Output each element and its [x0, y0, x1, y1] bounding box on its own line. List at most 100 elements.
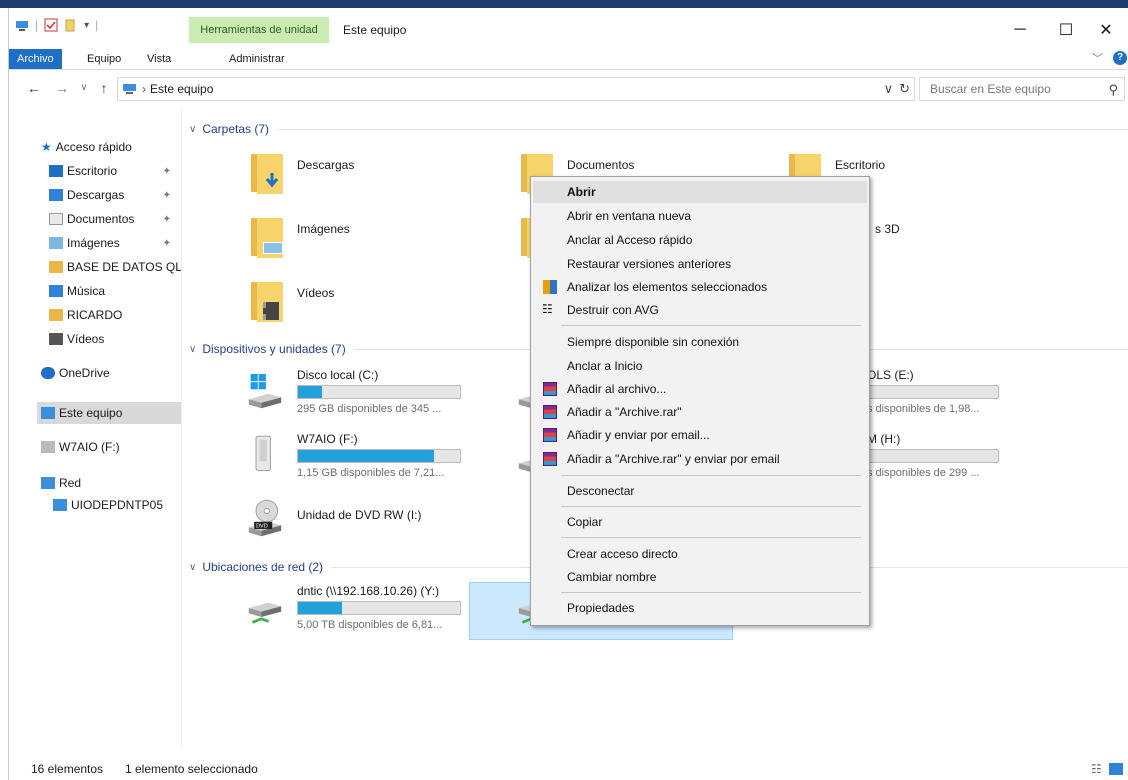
menu-item-open-new-window[interactable]: Abrir en ventana nueva — [533, 205, 867, 227]
menu-item-pin-start[interactable]: Anclar a Inicio — [533, 355, 867, 377]
address-bar[interactable]: › Este equipo ∨ ↻ — [117, 77, 915, 101]
winrar-icon — [543, 405, 557, 419]
sidebar-item-videos[interactable]: Vídeos — [49, 328, 181, 350]
sidebar-item-imagenes[interactable]: Imágenes ✦ — [49, 232, 181, 254]
menu-item-add-rar-email[interactable]: Añadir a "Archive.rar" y enviar por emai… — [533, 448, 867, 470]
menu-item-disconnect[interactable]: Desconectar — [533, 480, 867, 502]
collapse-icon[interactable]: ∨ — [189, 344, 196, 355]
menu-item-add-email[interactable]: Añadir y enviar por email... — [533, 424, 867, 446]
this-pc-icon — [123, 84, 136, 94]
menu-item-scan[interactable]: Analizar los elementos seleccionados — [533, 276, 867, 298]
folder-tile-videos[interactable]: Vídeos — [247, 280, 507, 336]
drive-label: W7AIO (F:) — [297, 432, 358, 446]
menu-item-rename[interactable]: Cambiar nombre — [533, 566, 867, 588]
pin-icon[interactable]: ✦ — [163, 238, 171, 249]
tab-archivo[interactable]: Archivo — [9, 49, 62, 69]
menu-item-label: Añadir y enviar por email... — [567, 428, 710, 442]
this-pc-icon — [41, 407, 55, 419]
drive-usage-fill — [298, 602, 342, 614]
sidebar-item-este-equipo[interactable]: Este equipo — [37, 402, 181, 424]
ribbon-right: ﹀ ? — [1092, 50, 1127, 66]
collapse-icon[interactable]: ∨ — [189, 124, 196, 135]
menu-item-create-shortcut[interactable]: Crear acceso directo — [533, 543, 867, 565]
sidebar-item-base-de-datos[interactable]: BASE DE DATOS QL — [49, 256, 181, 278]
folder-tile-descargas[interactable]: Descargas — [247, 152, 507, 208]
sidebar-item-label: RICARDO — [67, 308, 123, 322]
menu-item-copy[interactable]: Copiar — [533, 511, 867, 533]
menu-item-shred[interactable]: ☷ Destruir con AVG — [533, 299, 867, 321]
pin-icon[interactable]: ✦ — [163, 214, 171, 225]
search-icon[interactable]: ⚲ — [1108, 82, 1118, 98]
forward-button[interactable]: → — [53, 79, 71, 97]
back-button[interactable]: ← — [25, 79, 43, 97]
sidebar-item-network-host[interactable]: UIODEPDNTP05 — [53, 494, 181, 516]
sidebar-item-label: Red — [59, 476, 82, 490]
menu-item-pin-quick-access[interactable]: Anclar al Acceso rápido — [533, 229, 867, 251]
properties-icon[interactable] — [44, 18, 58, 32]
menu-item-add-archive[interactable]: Añadir al archivo... — [533, 378, 867, 400]
large-icons-view-icon[interactable] — [1109, 763, 1123, 775]
sidebar-item-musica[interactable]: Música — [49, 280, 181, 302]
pin-icon[interactable]: ✦ — [163, 190, 171, 201]
new-folder-icon[interactable] — [64, 18, 78, 32]
pictures-icon — [49, 237, 63, 249]
drive-tools-tab[interactable]: Herramientas de unidad — [189, 17, 329, 43]
recent-locations-button[interactable]: ∨ — [75, 79, 93, 97]
minimize-button[interactable]: ─ — [997, 16, 1043, 44]
folder-label: Documentos — [567, 158, 635, 172]
network-drive-y[interactable]: dntic (\\192.168.10.26) (Y:) 5,00 TB dis… — [247, 584, 507, 640]
menu-item-add-rar[interactable]: Añadir a "Archive.rar" — [533, 401, 867, 423]
sidebar-item-documentos[interactable]: Documentos ✦ — [49, 208, 181, 230]
close-button[interactable]: ✕ — [1083, 16, 1128, 44]
sidebar-item-descargas[interactable]: Descargas ✦ — [49, 184, 181, 206]
search-input[interactable]: Buscar en Este equipo ⚲ — [919, 77, 1125, 101]
up-button[interactable]: ↑ — [95, 79, 113, 97]
breadcrumb-chevron-icon[interactable]: › — [142, 82, 146, 96]
customize-qat-icon[interactable]: ▾ — [84, 20, 89, 31]
sidebar-item-label: OneDrive — [59, 366, 110, 380]
tab-administrar[interactable]: Administrar — [223, 50, 291, 68]
collapse-icon[interactable]: ∨ — [189, 562, 196, 573]
drive-tile-i[interactable]: DVD Unidad de DVD RW (I:) — [247, 496, 507, 552]
expand-ribbon-icon[interactable]: ﹀ — [1092, 50, 1103, 66]
refresh-icon[interactable]: ↻ — [899, 81, 910, 97]
menu-item-properties[interactable]: Propiedades — [533, 597, 867, 619]
folder-tile-imagenes[interactable]: Imágenes — [247, 216, 507, 272]
details-view-icon[interactable]: ☷ — [1091, 762, 1102, 776]
help-icon[interactable]: ? — [1113, 51, 1127, 65]
separator: | — [35, 18, 39, 32]
sidebar-item-label: W7AIO (F:) — [59, 440, 120, 454]
windows-drive-icon — [248, 374, 282, 409]
menu-separator — [561, 325, 861, 326]
menu-item-open[interactable]: Abrir — [533, 181, 867, 203]
avg-scan-icon — [543, 280, 557, 294]
drive-tile-c[interactable]: Disco local (C:) 295 GB disponibles de 3… — [247, 368, 507, 424]
dropdown-icon[interactable]: ∨ — [884, 81, 894, 97]
film-icon — [263, 302, 279, 320]
pin-icon[interactable]: ✦ — [163, 166, 171, 177]
group-title: Dispositivos y unidades (7) — [202, 342, 346, 356]
menu-item-restore-versions[interactable]: Restaurar versiones anteriores — [533, 253, 867, 275]
menu-item-offline[interactable]: Siempre disponible sin conexión — [533, 331, 867, 353]
folder-label: Escritorio — [835, 158, 886, 172]
music-icon — [49, 285, 63, 297]
navigation-pane: ★ Acceso rápido Escritorio ✦ Descargas ✦… — [9, 126, 181, 746]
sidebar-item-label: Imágenes — [67, 236, 120, 250]
tab-vista[interactable]: Vista — [141, 50, 177, 68]
breadcrumb[interactable]: Este equipo — [150, 82, 213, 96]
drive-tile-f[interactable]: W7AIO (F:) 1,15 GB disponibles de 7,21..… — [247, 432, 507, 488]
status-bar: 16 elementos 1 elemento seleccionado ☷ — [9, 758, 1128, 780]
sidebar-item-escritorio[interactable]: Escritorio ✦ — [49, 160, 181, 182]
dvd-drive-icon: DVD — [248, 499, 282, 537]
folder-icon — [251, 218, 285, 258]
pane-divider — [181, 108, 182, 748]
drive-icon — [41, 441, 55, 453]
sidebar-item-ricardo[interactable]: RICARDO — [49, 304, 181, 326]
menu-item-label: Añadir a "Archive.rar" y enviar por emai… — [567, 452, 780, 466]
drive-label: M (H:) — [867, 432, 901, 446]
this-pc-icon[interactable] — [15, 18, 29, 32]
ribbon-tabs: Archivo Equipo Vista Administrar ﹀ ? — [9, 46, 1128, 70]
tab-equipo[interactable]: Equipo — [81, 50, 127, 68]
group-header-carpetas[interactable]: ∨ Carpetas (7) — [189, 122, 1128, 136]
sidebar-item-label: Música — [67, 284, 106, 298]
